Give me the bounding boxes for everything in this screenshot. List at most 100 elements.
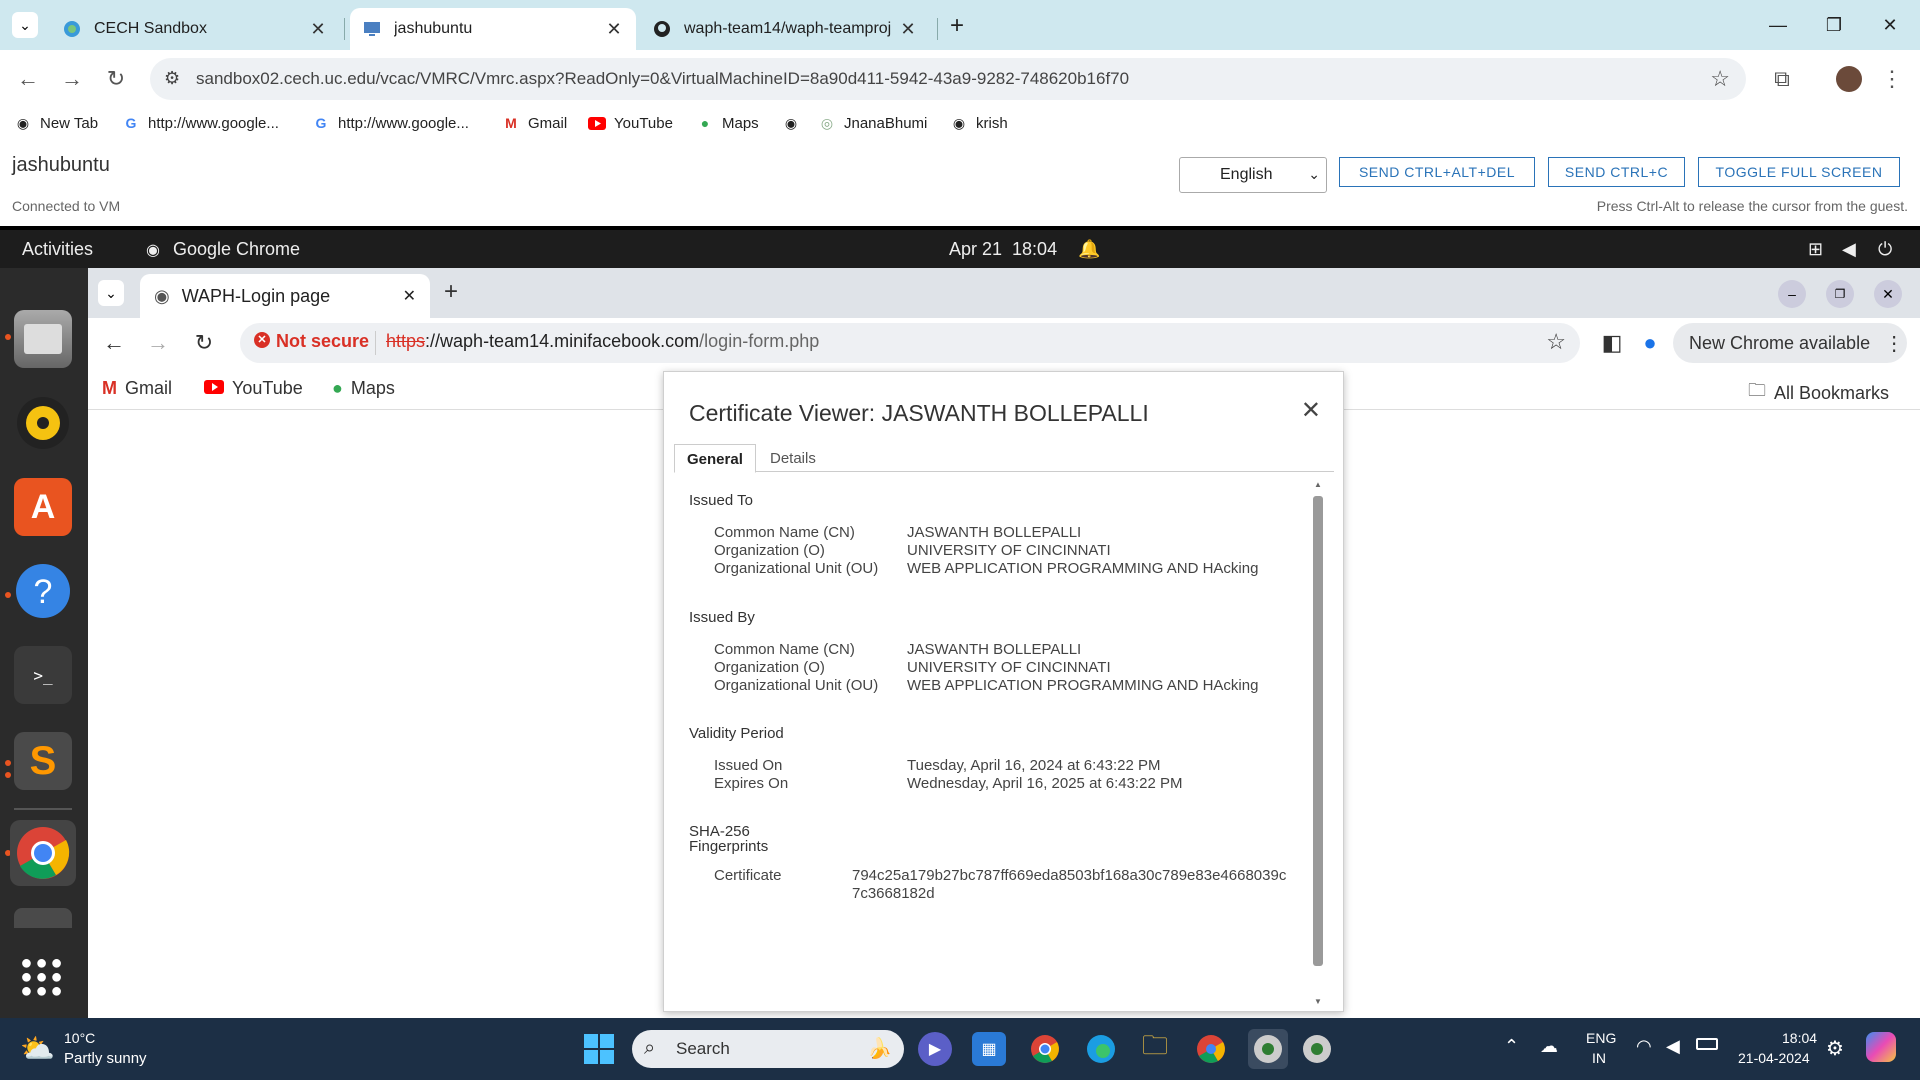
scrollbar[interactable]: ▲ ▼ bbox=[1311, 480, 1325, 1006]
close-icon[interactable]: ✕ bbox=[604, 19, 624, 40]
clock-time[interactable]: 18:04 bbox=[1782, 1030, 1817, 1046]
help-icon[interactable]: ? bbox=[14, 562, 72, 620]
bookmark-youtube[interactable]: YouTube bbox=[204, 378, 303, 399]
file-explorer-icon[interactable]: 🗀 bbox=[1138, 1030, 1172, 1066]
power-icon[interactable]: ⏻ bbox=[1878, 239, 1892, 260]
store-icon[interactable]: ▦ bbox=[972, 1032, 1006, 1066]
language-select[interactable]: English ⌄ bbox=[1179, 157, 1327, 193]
back-button[interactable]: ← bbox=[10, 61, 46, 97]
bookmark-gmail[interactable]: M Gmail bbox=[502, 114, 567, 132]
chrome-profile-icon[interactable] bbox=[1194, 1032, 1228, 1066]
bookmark-new-tab[interactable]: ◉ New Tab bbox=[14, 114, 98, 132]
bookmark-krish[interactable]: ◉ krish bbox=[950, 114, 1008, 132]
reload-button[interactable]: ↻ bbox=[186, 325, 222, 361]
restore-button[interactable]: ❐ bbox=[1806, 0, 1862, 50]
send-ctrl-alt-del-button[interactable]: SEND CTRL+ALT+DEL bbox=[1339, 157, 1535, 187]
clock-date[interactable]: 21-04-2024 bbox=[1738, 1050, 1810, 1066]
restore-button[interactable]: ❐ bbox=[1826, 280, 1854, 308]
close-icon[interactable]: ✕ bbox=[1301, 396, 1321, 425]
not-secure-label[interactable]: Not secure bbox=[276, 331, 369, 352]
copilot-icon[interactable] bbox=[1866, 1032, 1896, 1062]
chevron-up-icon[interactable]: ⌃ bbox=[1504, 1036, 1519, 1057]
app-center-icon[interactable]: A bbox=[14, 478, 72, 536]
terminal-icon[interactable]: >_ bbox=[14, 646, 72, 704]
wifi-icon[interactable]: ◠ bbox=[1636, 1036, 1652, 1057]
activities-button[interactable]: Activities bbox=[22, 239, 93, 260]
weather-icon[interactable]: ⛅ bbox=[20, 1032, 55, 1065]
sublime-text-icon[interactable]: S bbox=[14, 732, 72, 790]
tab-general[interactable]: General bbox=[674, 444, 756, 473]
guest-tab-login[interactable]: ◉ WAPH-Login page ✕ bbox=[140, 274, 430, 318]
heading-line: Fingerprints bbox=[689, 838, 769, 855]
bookmark-jnanabhumi[interactable]: ◎ JnanaBhumi bbox=[818, 114, 928, 132]
windows-start-icon[interactable] bbox=[582, 1032, 616, 1066]
close-window-button[interactable]: ✕ bbox=[1862, 0, 1918, 50]
bookmark-google-1[interactable]: Ghttp://www.google... bbox=[122, 114, 279, 132]
star-icon[interactable]: ☆ bbox=[1546, 329, 1566, 355]
host-address-bar[interactable]: ⚙ sandbox02.cech.uc.edu/vcac/VMRC/Vmrc.a… bbox=[150, 58, 1746, 100]
tab-search-button[interactable]: ⌄ bbox=[98, 280, 124, 306]
taskbar-search[interactable]: ⌕ Search 🍌 bbox=[632, 1030, 904, 1068]
site-info-icon[interactable]: ⚙ bbox=[164, 68, 180, 89]
edge-icon[interactable] bbox=[1084, 1032, 1118, 1066]
weather-temp[interactable]: 10°C bbox=[64, 1030, 95, 1046]
close-icon[interactable]: ✕ bbox=[308, 19, 328, 40]
close-icon[interactable]: ✕ bbox=[403, 286, 416, 306]
side-panel-icon[interactable]: ◧ bbox=[1594, 325, 1630, 361]
menu-icon[interactable]: ⋮ bbox=[1874, 61, 1910, 97]
settings-icon[interactable]: ⚙ bbox=[1826, 1036, 1844, 1061]
guest-address-bar[interactable]: ✕ Not secure https://waph-team14.minifac… bbox=[240, 323, 1580, 363]
bookmark-google-2[interactable]: Ghttp://www.google... bbox=[312, 114, 469, 132]
scrollbar-thumb[interactable] bbox=[1313, 496, 1323, 966]
close-icon[interactable]: ✕ bbox=[898, 19, 918, 40]
files-icon[interactable] bbox=[14, 310, 72, 368]
battery-icon[interactable] bbox=[1696, 1038, 1718, 1050]
bookmark-maps[interactable]: ● Maps bbox=[696, 114, 759, 132]
reload-button[interactable]: ↻ bbox=[98, 61, 134, 97]
host-tab-cech-sandbox[interactable]: CECH Sandbox ✕ bbox=[50, 8, 340, 50]
forward-button[interactable]: → bbox=[140, 325, 176, 361]
forward-button[interactable]: → bbox=[54, 61, 90, 97]
close-window-button[interactable]: ✕ bbox=[1874, 280, 1902, 308]
lang-code[interactable]: ENG bbox=[1586, 1030, 1616, 1046]
new-tab-button[interactable]: + bbox=[950, 12, 964, 40]
volume-icon[interactable]: ◀ bbox=[1842, 239, 1856, 260]
send-ctrl-c-button[interactable]: SEND CTRL+C bbox=[1548, 157, 1685, 187]
globe-icon: ◉ bbox=[952, 114, 966, 131]
tab-details[interactable]: Details bbox=[758, 444, 828, 473]
star-icon[interactable]: ☆ bbox=[1710, 66, 1730, 92]
minimize-button[interactable]: – bbox=[1778, 280, 1806, 308]
menu-icon: ⋮ bbox=[1884, 332, 1905, 355]
new-tab-button[interactable]: + bbox=[444, 278, 458, 306]
chrome-active-icon[interactable] bbox=[1248, 1029, 1288, 1069]
weather-desc[interactable]: Partly sunny bbox=[64, 1050, 147, 1067]
chrome-icon[interactable] bbox=[1028, 1032, 1062, 1066]
host-tab-github[interactable]: waph-team14/waph-teamproj ✕ bbox=[640, 8, 930, 50]
meet-icon[interactable]: ▶ bbox=[918, 1032, 952, 1066]
host-tab-jashubuntu[interactable]: jashubuntu ✕ bbox=[350, 8, 636, 50]
extensions-icon[interactable]: ⧉ bbox=[1764, 61, 1800, 97]
avatar[interactable] bbox=[1836, 66, 1862, 92]
update-label: New Chrome available bbox=[1689, 332, 1871, 353]
clock[interactable]: Apr 21 18:04 bbox=[949, 239, 1057, 260]
onedrive-icon[interactable]: ☁ bbox=[1540, 1036, 1558, 1057]
rhythmbox-icon[interactable] bbox=[14, 394, 72, 452]
minimize-button[interactable]: — bbox=[1750, 0, 1806, 50]
network-icon[interactable]: ⊞ bbox=[1808, 239, 1823, 260]
tab-search-button[interactable]: ⌄ bbox=[12, 12, 38, 38]
bookmark-maps[interactable]: ● Maps bbox=[332, 378, 395, 399]
lang-region[interactable]: IN bbox=[1592, 1050, 1606, 1066]
back-button[interactable]: ← bbox=[96, 325, 132, 361]
chrome-app-icon[interactable] bbox=[1300, 1032, 1334, 1066]
profile-icon[interactable]: ● bbox=[1632, 325, 1668, 361]
bookmark-globe[interactable]: ◉ bbox=[782, 114, 808, 132]
chrome-icon[interactable] bbox=[10, 820, 76, 886]
toggle-full-screen-button[interactable]: TOGGLE FULL SCREEN bbox=[1698, 157, 1900, 187]
show-apps-icon[interactable]: ●●● ●●● ●●● bbox=[14, 948, 72, 1006]
volume-icon[interactable]: ◀ bbox=[1666, 1036, 1680, 1057]
new-chrome-available-button[interactable]: New Chrome available ⋮ bbox=[1673, 323, 1907, 363]
bookmark-youtube[interactable]: YouTube bbox=[588, 114, 673, 132]
app-menu[interactable]: Google Chrome bbox=[173, 239, 300, 260]
bookmark-gmail[interactable]: M Gmail bbox=[102, 378, 172, 399]
all-bookmarks-button[interactable]: 🗀 All Bookmarks bbox=[1748, 378, 1889, 408]
